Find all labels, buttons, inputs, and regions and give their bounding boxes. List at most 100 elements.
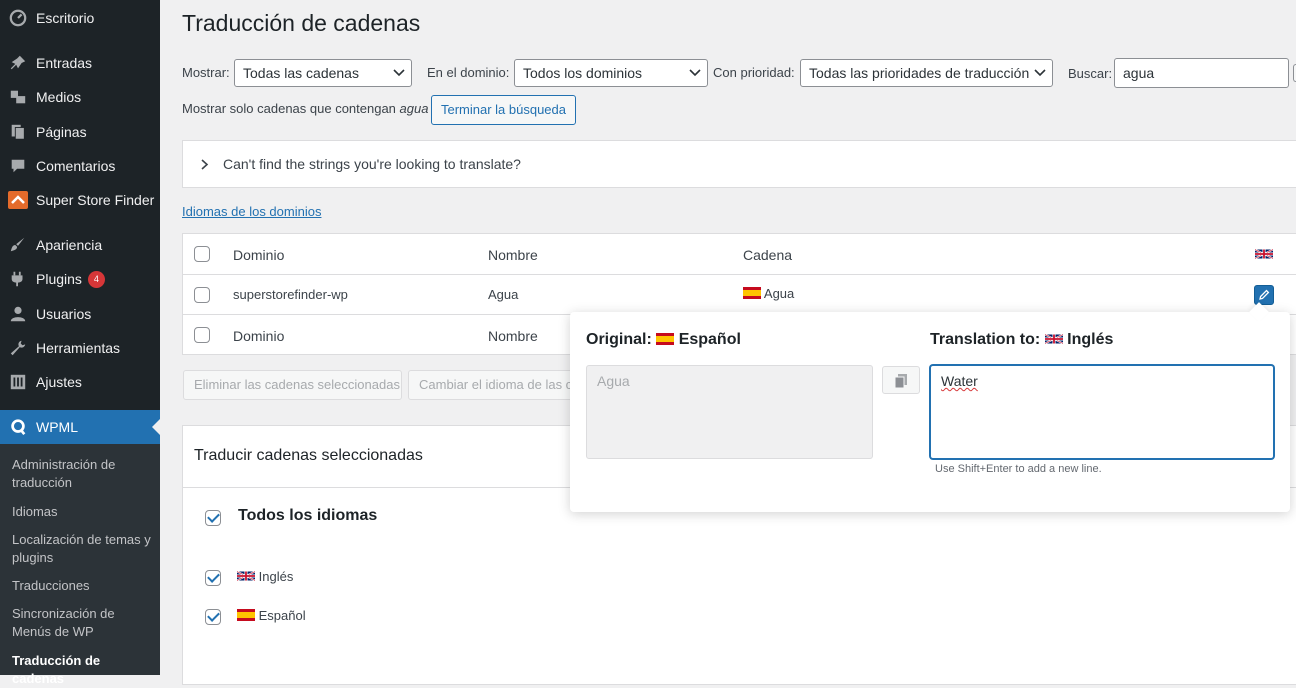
menu-label: Apariencia <box>36 237 103 253</box>
row-checkbox[interactable] <box>194 287 210 303</box>
english-option: Inglés <box>237 569 293 584</box>
header-name: Nombre <box>488 247 538 263</box>
translation-lang: Inglés <box>1067 331 1114 348</box>
help-accordion[interactable]: Can't find the strings you're looking to… <box>182 140 1296 188</box>
translation-text: Water <box>941 373 978 389</box>
edit-translation-button[interactable] <box>1254 285 1274 305</box>
header-domain: Dominio <box>233 247 285 263</box>
menu-label: Entradas <box>36 55 93 71</box>
menu-item-herramientas[interactable]: Herramientas <box>0 331 160 365</box>
all-languages-checkbox[interactable] <box>205 510 221 526</box>
submenu-administracion-traduccion[interactable]: Administración de traducción <box>12 456 152 492</box>
brush-icon <box>0 236 36 254</box>
domain-select-value: Todos los dominios <box>523 65 643 81</box>
menu-item-entradas[interactable]: Entradas <box>0 46 160 80</box>
submenu-traducciones[interactable]: Traducciones <box>12 577 152 595</box>
all-languages-label: Todos los idiomas <box>238 507 378 524</box>
spanish-option: Español <box>237 608 306 623</box>
pin-icon <box>0 54 36 72</box>
menu-label: Plugins <box>36 271 82 287</box>
menu-item-ajustes[interactable]: Ajustes <box>0 365 160 399</box>
menu-item-plugins[interactable]: Plugins 4 <box>0 262 160 296</box>
uk-flag-icon <box>1255 248 1273 260</box>
submenu-traduccion-cadenas[interactable]: Traducción de cadenas <box>12 652 152 688</box>
uk-flag-icon <box>1045 333 1063 345</box>
show-select[interactable]: Todas las cadenas <box>234 59 412 87</box>
page-icon <box>0 123 36 141</box>
main-content: Traducción de cadenas Mostrar: Todas las… <box>160 0 1296 685</box>
copy-original-button[interactable] <box>882 366 920 394</box>
menu-label: WPML <box>36 419 78 435</box>
row-string-text: Agua <box>763 286 795 301</box>
menu-item-escritorio[interactable]: Escritorio <box>0 1 160 35</box>
wrench-icon <box>0 339 36 357</box>
spain-flag-icon <box>743 287 761 299</box>
menu-item-paginas[interactable]: Páginas <box>0 115 160 149</box>
menu-label: Super Store Finder <box>36 192 155 208</box>
select-all-footer-checkbox[interactable] <box>194 327 210 343</box>
select-all-checkbox[interactable] <box>194 246 210 262</box>
search-label: Buscar: <box>1068 66 1113 81</box>
translation-text-area[interactable]: Water <box>930 365 1274 459</box>
delete-selected-button[interactable]: Eliminar las cadenas seleccionadas <box>183 370 402 400</box>
plugin-icon <box>0 270 36 288</box>
menu-item-comentarios[interactable]: Comentarios <box>0 149 160 183</box>
menu-item-medios[interactable]: Medios <box>0 80 160 114</box>
original-lang: Español <box>678 331 741 348</box>
submenu-idiomas[interactable]: Idiomas <box>12 503 152 521</box>
spanish-label: Español <box>258 608 306 623</box>
menu-label: Páginas <box>36 124 87 140</box>
divider <box>183 274 1296 275</box>
spain-flag-icon <box>656 333 675 345</box>
original-text-area: Agua <box>586 365 873 459</box>
menu-label: Ajustes <box>36 374 82 390</box>
dashboard-icon <box>0 9 36 27</box>
spain-flag-icon <box>237 609 255 621</box>
domain-select[interactable]: Todos los dominios <box>514 59 708 87</box>
uk-flag-icon <box>237 570 255 582</box>
translation-popup: Original: Español Agua Translation to: I… <box>570 302 1290 512</box>
search-info-text: Mostrar solo cadenas que contengan <box>182 101 396 116</box>
update-count-badge: 4 <box>87 270 105 288</box>
page-title: Traducción de cadenas <box>182 10 421 36</box>
priority-select-value: Todas las prioridades de traducción <box>809 65 1030 81</box>
user-icon <box>0 305 36 323</box>
row-name: Agua <box>488 287 519 302</box>
submenu-sincronizacion-menus[interactable]: Sincronización de Menús de WP <box>12 605 152 641</box>
pencil-icon <box>1259 289 1270 300</box>
translation-label: Translation to: <box>930 331 1041 348</box>
menu-label: Medios <box>36 89 82 105</box>
original-heading: Original: Español <box>586 331 741 349</box>
english-label: Inglés <box>258 569 294 584</box>
wpml-submenu: Administración de traducción Idiomas Loc… <box>0 444 160 686</box>
menu-label: Escritorio <box>36 10 95 26</box>
menu-item-wpml[interactable]: WPML <box>0 410 160 444</box>
domain-label: En el dominio: <box>427 65 510 80</box>
show-label: Mostrar: <box>182 65 230 80</box>
search-input[interactable]: agua <box>1114 58 1289 88</box>
menu-label: Herramientas <box>36 340 121 356</box>
menu-item-super-store-finder[interactable]: Super Store Finder <box>0 183 160 217</box>
menu-item-usuarios[interactable]: Usuarios <box>0 297 160 331</box>
priority-select[interactable]: Todas las prioridades de traducción <box>800 59 1053 87</box>
wpml-icon <box>0 418 36 436</box>
chevron-right-icon <box>201 159 209 170</box>
footer-domain: Dominio <box>233 328 285 344</box>
settings-icon <box>0 373 36 391</box>
row-string: Agua <box>743 286 794 301</box>
chevron-down-icon <box>689 69 701 77</box>
domain-languages-link[interactable]: Idiomas de los dominios <box>182 204 321 219</box>
original-label: Original: <box>586 331 652 348</box>
change-language-button[interactable]: Cambiar el idioma de las cadenas selecci… <box>408 370 578 400</box>
footer-name: Nombre <box>488 328 538 344</box>
spanish-checkbox[interactable] <box>205 609 221 625</box>
store-finder-icon <box>0 191 36 209</box>
admin-sidebar: Escritorio Entradas Medios Páginas Comen… <box>0 0 160 686</box>
end-search-button[interactable]: Terminar la búsqueda <box>431 95 576 125</box>
submenu-localizacion[interactable]: Localización de temas y plugins <box>12 531 152 567</box>
search-info-term: agua <box>399 101 429 116</box>
menu-label: Comentarios <box>36 158 116 174</box>
menu-label: Usuarios <box>36 306 92 322</box>
english-checkbox[interactable] <box>205 570 221 586</box>
menu-item-apariencia[interactable]: Apariencia <box>0 228 160 262</box>
